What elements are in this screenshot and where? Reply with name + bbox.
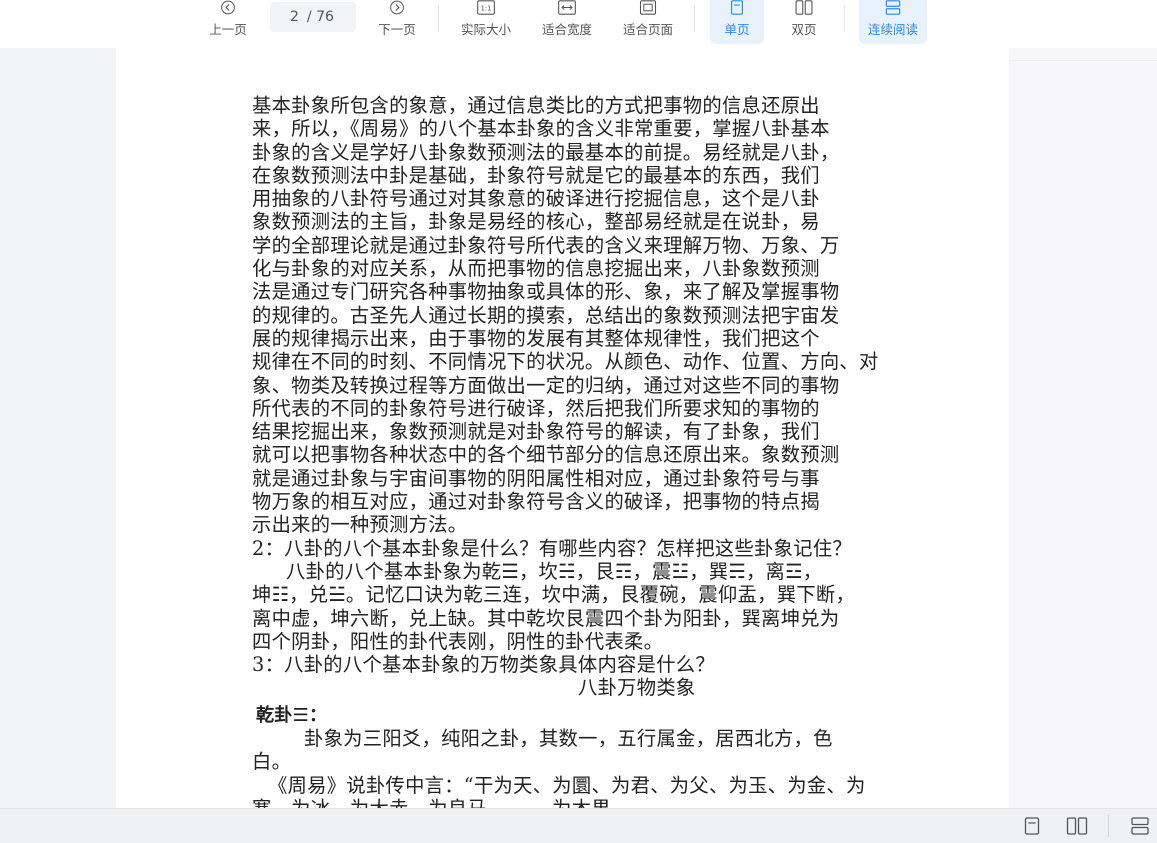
- prev-page-label: 上一页: [209, 22, 247, 37]
- question-3: 3：八卦的八个基本卦象的万物类象具体内容是什么？: [252, 653, 715, 677]
- question-2: 2：八卦的八个基本卦象是什么？有哪些内容？怎样把这些卦象记住？: [252, 536, 853, 560]
- svg-text:1:1: 1:1: [481, 4, 492, 12]
- text-line: 基本卦象所包含的象意，通过信息类比的方式把事物的信息还原出: [252, 94, 820, 117]
- text-line: 展的规律揭示出来，由于事物的发展有其整体规律性，我们把这个: [252, 326, 820, 350]
- text-line: 离中虚，坤六断，兑上缺。其中乾坎艮震四个卦为阳卦，巽离坤兑为: [252, 606, 840, 630]
- fit-page-label: 适合页面: [622, 22, 673, 37]
- page-current: 2: [290, 9, 299, 25]
- toolbar-divider: [438, 6, 439, 32]
- section-title: 八卦万物类象: [578, 676, 696, 700]
- text-line: 坤☷，兑☱。记忆口诀为乾三连，坎中满，艮覆碗，震仰盂，巽下断，: [252, 583, 856, 607]
- bottom-continuous-button[interactable]: [1128, 814, 1152, 838]
- side-panel: [1009, 48, 1157, 808]
- text-line: 寒、为冰、为大赤、为良马、…… 为木果: [252, 797, 892, 808]
- text-line: 结果挖掘出来，象数预测就是对卦象符号的解读，有了卦象，我们: [252, 420, 820, 444]
- fit-width-label: 适合宽度: [541, 22, 592, 37]
- text-line: 白。: [252, 750, 292, 774]
- qian-heading: 乾卦☰：: [256, 704, 328, 726]
- bottom-status-bar: [0, 808, 1157, 843]
- bottom-single-page-button[interactable]: [1020, 814, 1044, 838]
- bottom-divider: [1108, 815, 1109, 837]
- actual-size-button[interactable]: 1:1 实际大小: [455, 0, 517, 44]
- toolbar-divider: [844, 6, 845, 32]
- text-line: 来，所以，《周易》的八个基本卦象的含义非常重要，掌握八卦基本: [252, 117, 830, 141]
- next-page-label: 下一页: [378, 22, 416, 37]
- single-page-button[interactable]: 单页: [710, 0, 764, 44]
- text-line: 八卦的八个基本卦象为乾☰，坎☵，艮☶，震☳，巽☴，离☲，: [286, 559, 823, 583]
- document-text: 基本卦象所包含的象意，通过信息类比的方式把事物的信息还原出 来，所以，《周易》的…: [252, 94, 892, 808]
- document-page: 基本卦象所包含的象意，通过信息类比的方式把事物的信息还原出 来，所以，《周易》的…: [116, 48, 1009, 808]
- fit-width-icon: [558, 0, 576, 15]
- text-line: 就可以把事物各种状态中的各个细节部分的信息还原出来。象数预测: [252, 443, 840, 467]
- chevron-right-circle-icon: [390, 0, 404, 15]
- top-toolbar: 上一页 2 / 76 下一页 1:1 实际大小 适合宽度 适合页面 单页 双页 …: [0, 0, 1157, 48]
- prev-page-button[interactable]: 上一页: [204, 0, 252, 44]
- text-line: 示出来的一种预测方法。: [252, 513, 468, 537]
- text-line: 四个阴卦，阳性的卦代表刚，阴性的卦代表柔。: [252, 629, 664, 653]
- single-page-label: 单页: [724, 22, 750, 37]
- single-page-icon: [1024, 817, 1040, 835]
- text-line: 在象数预测法中卦是基础，卦象符号就是它的最基本的东西，我们: [252, 163, 820, 187]
- continuous-reading-icon: [885, 0, 901, 15]
- text-line: 规律在不同的时刻、不同情况下的状况。从颜色、动作、位置、方向、对: [252, 350, 879, 374]
- text-line: 物万象的相互对应，通过对卦象符号含义的破译，把事物的特点揭: [252, 490, 820, 514]
- actual-size-icon: 1:1: [477, 0, 495, 15]
- actual-size-label: 实际大小: [460, 22, 511, 37]
- text-line: 所代表的不同的卦象符号进行破译，然后把我们所要求知的事物的: [252, 396, 820, 420]
- fit-width-button[interactable]: 适合宽度: [536, 0, 598, 44]
- continuous-reading-button[interactable]: 连续阅读: [859, 0, 927, 44]
- chevron-left-circle-icon: [221, 0, 235, 15]
- text-line: 就是通过卦象与宇宙间事物的阴阳属性相对应，通过卦象符号与事: [252, 466, 820, 490]
- bottom-double-page-button[interactable]: [1065, 814, 1089, 838]
- text-line: 象数预测法的主旨，卦象是易经的核心，整部易经就是在说卦，易: [252, 210, 820, 234]
- text-line: 《周易》说卦传中言：“干为天、为圜、为君、为父、为玉、为金、为: [268, 773, 866, 797]
- fit-page-icon: [639, 0, 657, 15]
- double-page-icon: [795, 0, 813, 15]
- text-line: 象、物类及转换过程等方面做出一定的归纳，通过对这些不同的事物: [252, 373, 840, 397]
- fit-page-button[interactable]: 适合页面: [617, 0, 679, 44]
- text-line: 卦象为三阳爻，纯阳之卦，其数一，五行属金，居西北方，色: [304, 727, 833, 751]
- next-page-button[interactable]: 下一页: [373, 0, 421, 44]
- text-line: 用抽象的八卦符号通过对其象意的破译进行挖掘信息，这个是八卦: [252, 187, 820, 211]
- continuous-reading-label: 连续阅读: [867, 22, 918, 37]
- page-number-input[interactable]: 2 / 76: [270, 2, 356, 32]
- page-total: / 76: [306, 9, 334, 25]
- divider: [1009, 60, 1157, 61]
- double-page-icon: [1066, 817, 1088, 835]
- double-page-label: 双页: [791, 22, 817, 37]
- toolbar-divider: [694, 6, 695, 32]
- text-line: 卦象的含义是学好八卦象数预测法的最基本的前提。易经就是八卦，: [252, 140, 840, 164]
- single-page-icon: [731, 0, 743, 15]
- text-line: 学的全部理论就是通过卦象符号所代表的含义来理解万物、万象、万: [252, 233, 840, 257]
- text-line: 的规律的。古圣先人通过长期的摸索，总结出的象数预测法把宇宙发: [252, 303, 840, 327]
- double-page-button[interactable]: 双页: [777, 0, 831, 44]
- text-line: 法是通过专门研究各种事物抽象或具体的形、象，来了解及掌握事物: [252, 280, 840, 304]
- text-line: 化与卦象的对应关系，从而把事物的信息挖掘出来，八卦象数预测: [252, 257, 820, 281]
- continuous-reading-icon: [1131, 817, 1149, 835]
